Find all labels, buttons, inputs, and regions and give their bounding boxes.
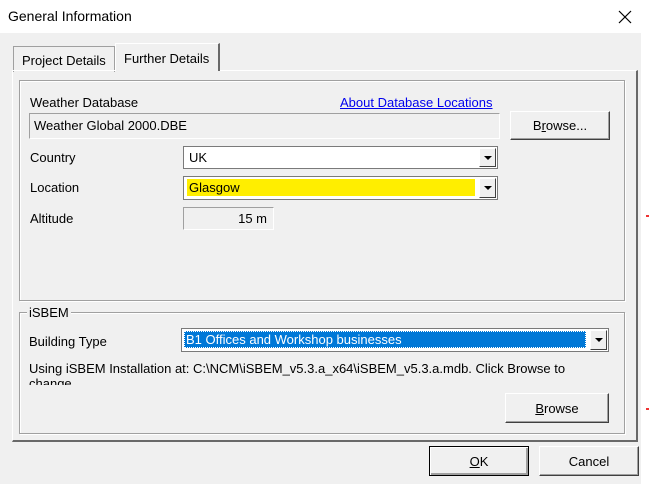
location-value: Glasgow bbox=[187, 179, 475, 196]
weather-database-field[interactable]: Weather Global 2000.DBE bbox=[29, 113, 500, 139]
browse-label-post: owse... bbox=[545, 118, 588, 133]
location-select[interactable]: Glasgow bbox=[183, 176, 498, 200]
installation-line-1: Using iSBEM Installation at: C:\NCM\iSBE… bbox=[29, 361, 566, 376]
about-database-locations-link[interactable]: About Database Locations bbox=[340, 95, 493, 110]
building-type-value: B1 Offices and Workshop businesses bbox=[184, 331, 586, 348]
altitude-value: 15 m bbox=[238, 211, 267, 226]
chevron-down-icon[interactable] bbox=[590, 330, 607, 350]
window-title: General Information bbox=[8, 8, 132, 24]
tab-project-details[interactable]: Project Details bbox=[13, 46, 115, 72]
tab-label: Further Details bbox=[124, 51, 210, 66]
close-icon bbox=[618, 10, 631, 23]
building-type-label: Building Type bbox=[29, 334, 107, 349]
country-value: UK bbox=[189, 150, 208, 165]
tab-label: Project Details bbox=[22, 53, 106, 68]
location-label: Location bbox=[30, 180, 80, 195]
browse-label-pre: B bbox=[532, 118, 542, 133]
country-label: Country bbox=[30, 150, 76, 165]
building-type-select[interactable]: B1 Offices and Workshop businesses bbox=[181, 328, 609, 352]
installation-line-2: change bbox=[29, 376, 72, 385]
altitude-label: Altitude bbox=[30, 211, 74, 226]
ok-label-accel: O bbox=[469, 453, 480, 469]
cancel-button[interactable]: Cancel bbox=[539, 446, 639, 476]
browse-label-accel: B bbox=[535, 400, 544, 416]
cancel-label: Cancel bbox=[568, 453, 610, 469]
weather-database-label: Weather Database bbox=[30, 95, 139, 110]
chevron-down-icon[interactable] bbox=[479, 148, 496, 167]
ok-button[interactable]: OK bbox=[429, 446, 529, 476]
country-select[interactable]: UK bbox=[183, 146, 498, 169]
weather-database-value: Weather Global 2000.DBE bbox=[34, 118, 187, 133]
isbem-browse-button[interactable]: Browse bbox=[505, 393, 609, 423]
close-button[interactable] bbox=[600, 0, 649, 33]
altitude-field[interactable]: 15 m bbox=[183, 207, 274, 230]
browse-label-post: rowse bbox=[543, 400, 579, 416]
isbem-installation-text: Using iSBEM Installation at: C:\NCM\iSBE… bbox=[29, 361, 609, 385]
isbem-group-label: iSBEM bbox=[27, 305, 71, 320]
weather-browse-button[interactable]: Br owse... bbox=[510, 111, 610, 140]
tab-further-details[interactable]: Further Details bbox=[115, 43, 220, 71]
window-edge bbox=[641, 33, 649, 484]
ok-label-post: K bbox=[479, 453, 489, 469]
chevron-down-icon[interactable] bbox=[479, 178, 496, 198]
